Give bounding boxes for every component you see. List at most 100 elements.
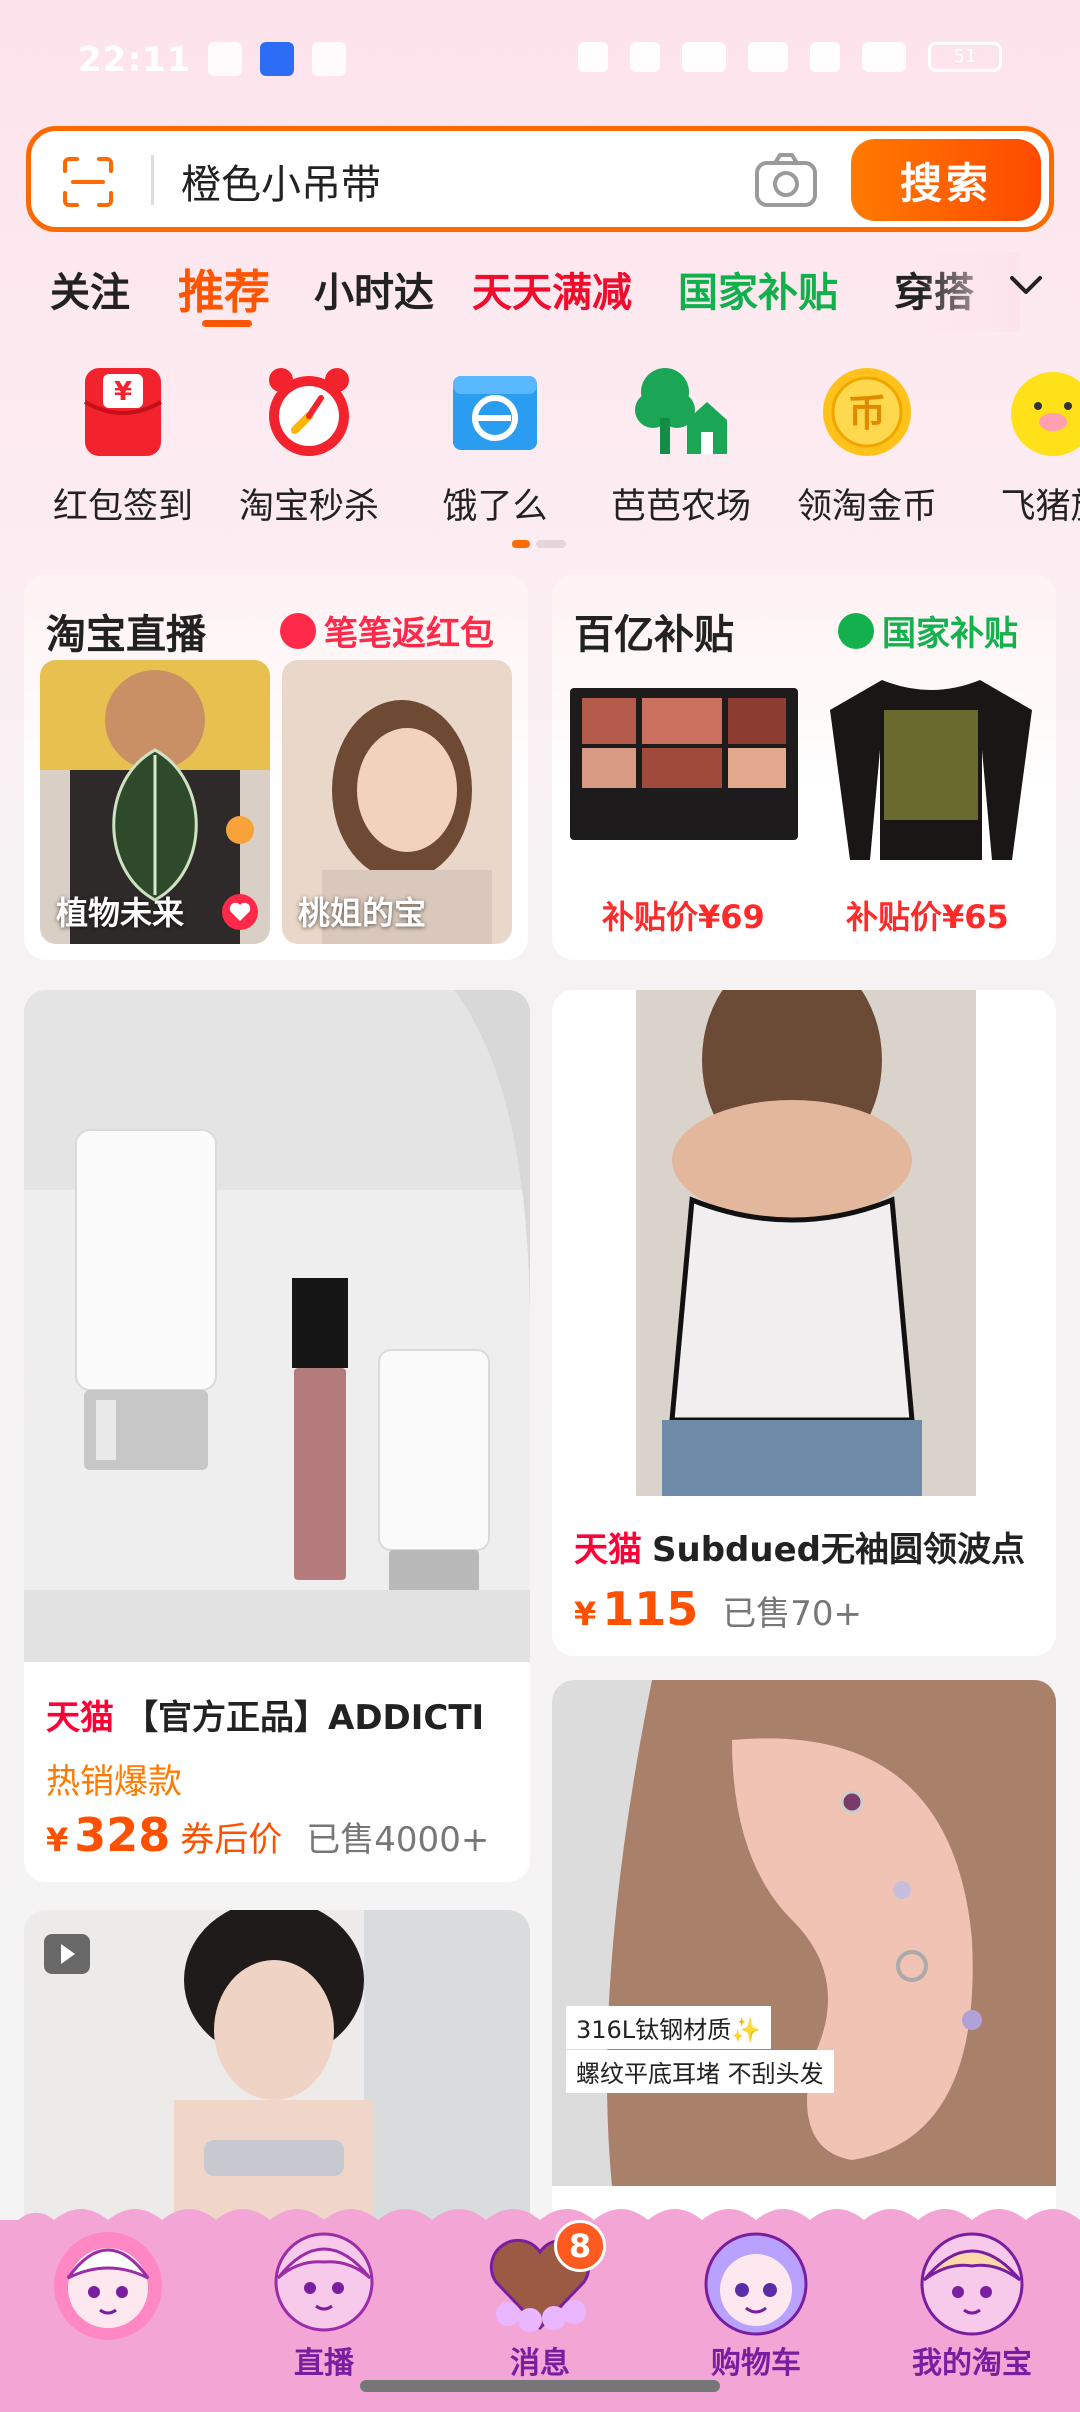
sold-count: 已售4000+ — [306, 1820, 490, 1860]
shortcut-label: 红包签到 — [52, 487, 193, 527]
product-image-tank-top[interactable] — [552, 990, 1056, 1496]
live-promo-title: 淘宝直播 — [46, 612, 206, 658]
subsidy-price-1: 补贴价¥69 — [602, 898, 765, 936]
tab-hour-delivery[interactable]: 小时达 — [314, 260, 434, 318]
subsidy-badge-icon — [838, 612, 874, 649]
tmall-tag: 天猫 — [574, 1530, 642, 1570]
feature-overlay-2: 螺纹平底耳堵 不刮头发 — [566, 2050, 834, 2093]
status-time: 22:11 — [78, 40, 192, 80]
nav-label: 直播 — [294, 2346, 354, 2381]
nav-my-taobao[interactable]: 我的淘宝 — [872, 2220, 1072, 2390]
tmall-tag: 天猫 — [46, 1698, 114, 1738]
chat-icon — [312, 42, 346, 76]
svg-text:¥: ¥ — [114, 377, 132, 407]
nav-messages[interactable]: 8 消息 — [440, 2220, 640, 2390]
price-row: ¥ 115 已售70+ — [574, 1582, 863, 1636]
eyeshadow-palette-image[interactable] — [568, 684, 800, 844]
subsidy-promo-card[interactable]: 百亿补贴 国家补贴 补贴价¥69 补贴价¥65 — [552, 574, 1056, 960]
search-divider — [151, 155, 154, 205]
sold-count: 已售70+ — [722, 1594, 863, 1634]
feature-overlay-1: 316L钛钢材质✨ — [566, 2006, 772, 2049]
live-thumb-plant[interactable]: 植物未来 — [40, 660, 270, 944]
red-envelope-badge-icon — [280, 612, 316, 649]
system-icons: 51 — [578, 42, 1002, 72]
nav-label: 消息 — [510, 2346, 570, 2381]
shortcut-red-envelope[interactable]: ¥ 红包签到 — [38, 362, 208, 529]
svg-text:币: 币 — [848, 391, 886, 435]
shortcut-label: 飞猪旅 — [1000, 487, 1080, 527]
status-bar: 22:11 51 — [0, 0, 1080, 120]
search-button[interactable]: 搜索 — [851, 139, 1041, 221]
message-count-badge: 8 — [554, 2220, 606, 2272]
product-title: 天猫 Subdued无袖圆领波点 — [574, 1530, 1025, 1570]
tab-national-subsidy[interactable]: 国家补贴 — [678, 260, 838, 318]
live-thumb-label: 植物未来 — [56, 894, 185, 932]
product-card-earring[interactable]: 316L钛钢材质✨ 螺纹平底耳堵 不刮头发 — [552, 1680, 1056, 2250]
subsidy-price-2: 补贴价¥65 — [846, 898, 1009, 936]
red-envelope-icon: ¥ — [83, 368, 163, 456]
live-thumb-peach[interactable]: 桃姐的宝 — [282, 660, 512, 944]
alarm-icon — [578, 42, 608, 72]
pager-dot — [536, 540, 566, 548]
hd-icon — [748, 42, 788, 72]
camera-icon[interactable] — [753, 151, 819, 211]
app-notification-icon — [260, 42, 294, 76]
gold-coin-icon: 币 — [823, 368, 911, 456]
search-input[interactable] — [181, 149, 741, 213]
subsidy-promo-title: 百亿补贴 — [574, 612, 734, 658]
network-speed-icon — [682, 42, 726, 72]
search-bar[interactable]: 搜索 — [26, 126, 1054, 232]
nav-label: 购物车 — [711, 2346, 801, 2381]
shortcut-fliggy[interactable]: 飞猪旅 — [968, 362, 1080, 529]
live-thumb-label: 桃姐的宝 — [298, 894, 427, 932]
product-card-addiction[interactable]: 天猫 【官方正品】ADDICTI 热销爆款 ¥ 328 券后价 已售4000+ — [24, 990, 530, 1882]
shortcut-label: 芭芭农场 — [610, 487, 751, 527]
eleme-icon — [453, 376, 537, 450]
home-avatar-icon — [54, 2232, 162, 2340]
nav-home[interactable] — [8, 2220, 208, 2390]
shortcut-flash-sale[interactable]: 淘宝秒杀 — [224, 362, 394, 529]
tab-follow[interactable]: 关注 — [50, 260, 130, 318]
nav-cart[interactable]: 购物车 — [656, 2220, 856, 2390]
product-price: 328 — [74, 1808, 171, 1862]
nav-live[interactable]: 直播 — [224, 2220, 424, 2390]
shortcut-label: 淘宝秒杀 — [238, 487, 379, 527]
my-taobao-avatar-icon — [920, 2232, 1024, 2336]
video-play-icon — [44, 1934, 90, 1974]
battery-icon: 51 — [928, 42, 1002, 72]
fliggy-pig-icon — [1011, 372, 1080, 456]
tree-farm-icon — [635, 368, 727, 454]
long-sleeve-top-image[interactable] — [822, 670, 1040, 866]
live-promo-subtitle: 笔笔返红包 — [280, 606, 494, 655]
shortcut-label: 领淘金币 — [796, 487, 937, 527]
shortcut-gold-coin[interactable]: 币 领淘金币 — [782, 362, 952, 529]
signal-icon — [862, 42, 906, 72]
active-tab-indicator — [202, 320, 252, 327]
live-promo-card[interactable]: 淘宝直播 笔笔返红包 植物未来 桃姐的宝 — [24, 574, 528, 960]
product-title: 天猫 【官方正品】ADDICTI — [46, 1698, 485, 1738]
alarm-clock-icon — [269, 368, 349, 456]
product-card-subdued[interactable]: 天猫 Subdued无袖圆领波点 ¥ 115 已售70+ — [552, 990, 1056, 1656]
notification-icons — [208, 42, 346, 76]
shortcut-farm[interactable]: 芭芭农场 — [596, 362, 766, 529]
cart-avatar-icon — [704, 2232, 808, 2336]
category-tabs: 关注 推荐 小时达 天天满减 国家补贴 穿搭 — [0, 252, 1080, 332]
coupon-price-note: 券后价 — [180, 1820, 283, 1860]
product-image-sunscreen[interactable] — [24, 990, 530, 1662]
wifi-icon — [810, 42, 840, 72]
product-image-earring[interactable] — [552, 1680, 1056, 2186]
shortcut-pager — [512, 540, 566, 548]
tab-daily-discount[interactable]: 天天满减 — [472, 260, 632, 318]
hot-sale-tag: 热销爆款 — [46, 1762, 182, 1802]
product-price: 115 — [602, 1582, 699, 1636]
bluetooth-icon — [630, 42, 660, 72]
home-indicator[interactable] — [360, 2380, 720, 2392]
shortcut-eleme[interactable]: 饿了么 — [410, 362, 580, 529]
tab-recommend[interactable]: 推荐 — [178, 256, 270, 322]
price-row: ¥ 328 券后价 已售4000+ — [46, 1808, 490, 1862]
shortcut-label: 饿了么 — [442, 487, 548, 527]
pager-dot-active — [512, 540, 530, 548]
chevron-down-icon[interactable] — [1006, 266, 1046, 306]
sim-icon — [208, 42, 242, 76]
scan-icon[interactable] — [61, 155, 115, 209]
